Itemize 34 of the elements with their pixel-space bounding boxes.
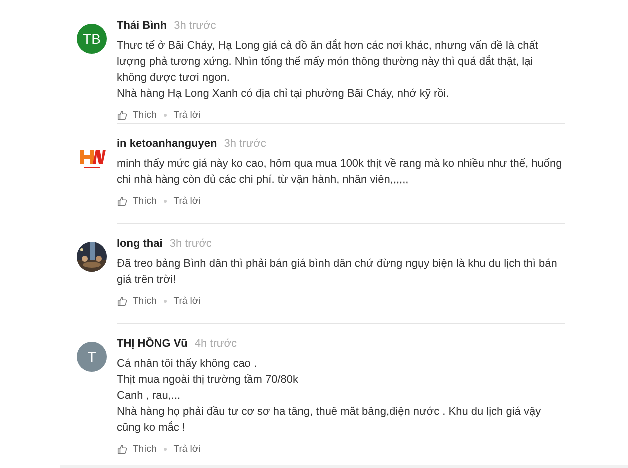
avatar[interactable]: T <box>77 342 107 372</box>
avatar[interactable]: TB <box>77 24 107 54</box>
separator-dot <box>164 200 167 203</box>
timestamp: 4h trước <box>194 338 237 350</box>
timestamp: 3h trước <box>174 20 216 32</box>
reply-button[interactable]: Trả lời <box>174 444 201 455</box>
author-name[interactable]: THỊ HỒNG Vũ <box>117 338 188 350</box>
thumbs-up-icon <box>117 110 128 121</box>
comment-text: Thịt mua ngoài thị trường tầm 70/80k <box>117 373 300 388</box>
thumbs-up-icon <box>117 444 128 455</box>
separator-dot <box>164 300 167 303</box>
reply-button[interactable]: Trả lời <box>174 110 201 121</box>
thumbs-up-icon <box>117 296 128 307</box>
comment-text: Cá nhân tôi thấy không cao . <box>117 357 258 372</box>
like-button[interactable]: Thích <box>117 296 157 307</box>
comment-text: Đã treo bảng Bình dân thì phải bán giá bình dân chứ đừng ngụy biện là khu du lịch thì bán giá trên trời! <box>117 257 558 288</box>
like-button[interactable]: Thích <box>117 110 157 121</box>
like-button[interactable]: Thích <box>117 444 157 455</box>
comment-text: Thưc tế ở Bãi Cháy, Hạ Long giá cả đồ ăn đắt hơn các nơi khác, nhưng vấn đề là chất lượng phả tương xứng. Nhìn tổng thể mấy món thông thường này thì quá đắt thật, lại không được tươi ngon. <box>117 38 540 86</box>
timestamp: 3h trước <box>224 138 266 150</box>
separator-dot <box>164 114 167 117</box>
separator-dot <box>164 448 167 451</box>
author-name[interactable]: in ketoanhanguyen <box>117 138 218 150</box>
timestamp: 3h trước <box>170 238 212 250</box>
comment-text: Nhà hàng Hạ Long Xanh có địa chỉ tại phường Bãi Cháy, nhớ kỹ rồi. <box>117 87 450 102</box>
comment-text: minh thấy mức giá này ko cao, hôm qua mua 100k thịt về rang mà ko nhiều như thế, huống chi nhà hàng còn đủ các chi phí. từ vận hành, nhân viên,,,,,, <box>117 157 564 188</box>
author-name[interactable]: long thai <box>117 238 163 250</box>
reply-button[interactable]: Trả lời <box>174 196 201 207</box>
like-button[interactable]: Thích <box>117 196 157 207</box>
comment-text: Nhà hàng họ phải đầu tư cơ sơ ha tâng, thuê măt bâng,điện nước . Khu du lịch giá vậy cũng ko mắc ! <box>117 405 542 436</box>
author-name[interactable]: Thái Bình <box>117 20 168 32</box>
thumbs-up-icon <box>117 196 128 207</box>
reply-button[interactable]: Trả lời <box>174 296 201 307</box>
comment-text: Canh , rau,... <box>117 389 182 404</box>
